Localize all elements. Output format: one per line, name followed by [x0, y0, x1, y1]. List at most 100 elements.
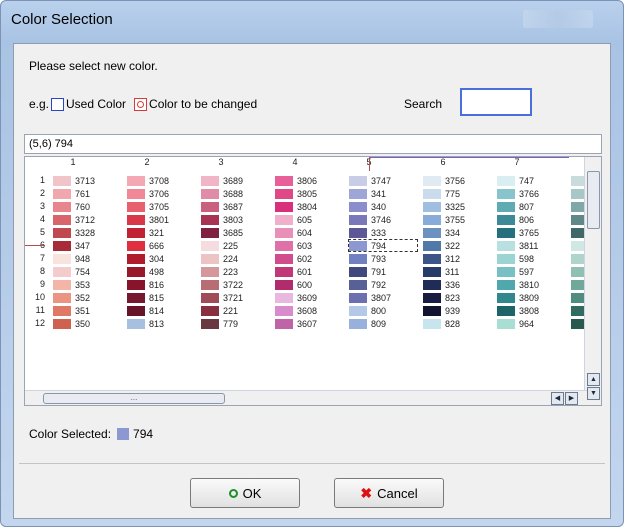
color-cell[interactable]: [571, 279, 589, 290]
color-cell[interactable]: 3755: [423, 214, 491, 225]
color-cell[interactable]: 3801: [127, 214, 195, 225]
color-cell[interactable]: 3705: [127, 201, 195, 212]
scroll-up-icon[interactable]: ▲: [587, 373, 600, 386]
color-cell[interactable]: 604: [275, 227, 343, 238]
color-cell[interactable]: 813: [127, 318, 195, 329]
color-cell[interactable]: 3687: [201, 201, 269, 212]
color-cell[interactable]: 3803: [201, 214, 269, 225]
horizontal-scrollbar[interactable]: ... ◀ ▶: [25, 390, 587, 405]
color-cell[interactable]: 814: [127, 305, 195, 316]
color-cell[interactable]: 3809: [497, 292, 565, 303]
color-cell[interactable]: 747: [497, 175, 565, 186]
color-cell[interactable]: 498: [127, 266, 195, 277]
color-cell[interactable]: [571, 175, 589, 186]
color-cell[interactable]: 352: [53, 292, 121, 303]
color-cell[interactable]: 3804: [275, 201, 343, 212]
color-cell[interactable]: 333: [349, 227, 417, 238]
color-cell[interactable]: 666: [127, 240, 195, 251]
color-cell[interactable]: 312: [423, 253, 491, 264]
color-cell[interactable]: [571, 266, 589, 277]
color-cell[interactable]: 3607: [275, 318, 343, 329]
color-cell[interactable]: 3328: [53, 227, 121, 238]
color-cell[interactable]: 3706: [127, 188, 195, 199]
color-cell[interactable]: 939: [423, 305, 491, 316]
color-cell[interactable]: 3756: [423, 175, 491, 186]
color-cell[interactable]: 3325: [423, 201, 491, 212]
color-cell[interactable]: [571, 227, 589, 238]
color-cell[interactable]: 600: [275, 279, 343, 290]
color-cell[interactable]: 3685: [201, 227, 269, 238]
color-cell[interactable]: 806: [497, 214, 565, 225]
color-cell[interactable]: 800: [349, 305, 417, 316]
color-cell[interactable]: 828: [423, 318, 491, 329]
color-cell[interactable]: 3688: [201, 188, 269, 199]
color-cell[interactable]: 340: [349, 201, 417, 212]
color-cell[interactable]: [571, 188, 589, 199]
color-cell[interactable]: 3746: [349, 214, 417, 225]
color-cell[interactable]: 3811: [497, 240, 565, 251]
color-cell[interactable]: 3722: [201, 279, 269, 290]
color-cell[interactable]: 823: [423, 292, 491, 303]
color-cell[interactable]: 304: [127, 253, 195, 264]
color-cell[interactable]: 3609: [275, 292, 343, 303]
color-cell[interactable]: 598: [497, 253, 565, 264]
color-cell[interactable]: [571, 292, 589, 303]
color-cell[interactable]: 350: [53, 318, 121, 329]
color-cell[interactable]: 336: [423, 279, 491, 290]
color-cell[interactable]: 775: [423, 188, 491, 199]
color-cell[interactable]: 602: [275, 253, 343, 264]
color-cell[interactable]: 605: [275, 214, 343, 225]
color-cell[interactable]: 601: [275, 266, 343, 277]
ok-button[interactable]: OK: [190, 478, 300, 508]
color-cell[interactable]: 815: [127, 292, 195, 303]
color-cell[interactable]: 3766: [497, 188, 565, 199]
color-cell[interactable]: [571, 318, 589, 329]
color-cell[interactable]: 3689: [201, 175, 269, 186]
color-cell[interactable]: 341: [349, 188, 417, 199]
color-cell[interactable]: 754: [53, 266, 121, 277]
vertical-scroll-thumb[interactable]: [587, 171, 600, 229]
color-cell[interactable]: 221: [201, 305, 269, 316]
color-cell[interactable]: 948: [53, 253, 121, 264]
color-cell[interactable]: [571, 214, 589, 225]
color-cell[interactable]: 3805: [275, 188, 343, 199]
color-cell[interactable]: 321: [127, 227, 195, 238]
color-cell[interactable]: 3721: [201, 292, 269, 303]
color-cell[interactable]: [571, 201, 589, 212]
color-cell[interactable]: 964: [497, 318, 565, 329]
color-cell[interactable]: 3806: [275, 175, 343, 186]
color-cell[interactable]: 3713: [53, 175, 121, 186]
color-cell[interactable]: 760: [53, 201, 121, 212]
color-cell[interactable]: 322: [423, 240, 491, 251]
vertical-scrollbar[interactable]: ▲ ▼: [584, 157, 601, 405]
color-cell[interactable]: 334: [423, 227, 491, 238]
color-cell[interactable]: [571, 305, 589, 316]
cancel-button[interactable]: ✖ Cancel: [334, 478, 444, 508]
scroll-down-icon[interactable]: ▼: [587, 387, 600, 400]
color-cell[interactable]: 603: [275, 240, 343, 251]
color-cell[interactable]: 807: [497, 201, 565, 212]
color-cell[interactable]: 223: [201, 266, 269, 277]
color-cell[interactable]: 351: [53, 305, 121, 316]
color-cell[interactable]: 792: [349, 279, 417, 290]
color-cell[interactable]: 793: [349, 253, 417, 264]
horizontal-scroll-thumb[interactable]: ...: [43, 393, 225, 404]
color-grid[interactable]: 1234567812345678910111237133708368938063…: [24, 156, 602, 406]
color-cell[interactable]: 816: [127, 279, 195, 290]
color-cell[interactable]: [571, 253, 589, 264]
scroll-right-icon[interactable]: ▶: [565, 392, 578, 405]
title-bar[interactable]: Color Selection: [1, 1, 623, 39]
color-cell[interactable]: 347: [53, 240, 121, 251]
color-cell[interactable]: 3810: [497, 279, 565, 290]
scroll-left-icon[interactable]: ◀: [551, 392, 564, 405]
color-cell[interactable]: 3708: [127, 175, 195, 186]
color-cell[interactable]: 779: [201, 318, 269, 329]
color-cell[interactable]: 761: [53, 188, 121, 199]
color-cell[interactable]: 597: [497, 266, 565, 277]
color-cell[interactable]: [571, 240, 589, 251]
color-cell[interactable]: 3712: [53, 214, 121, 225]
color-cell[interactable]: 3807: [349, 292, 417, 303]
color-cell[interactable]: 3747: [349, 175, 417, 186]
color-cell[interactable]: 3765: [497, 227, 565, 238]
color-cell[interactable]: 3808: [497, 305, 565, 316]
